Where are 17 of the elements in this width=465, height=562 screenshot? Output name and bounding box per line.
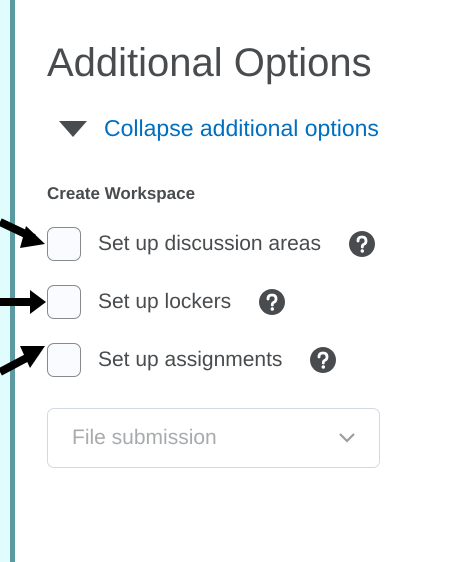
collapse-toggle[interactable]: Collapse additional options xyxy=(59,115,379,142)
help-icon[interactable] xyxy=(259,289,286,315)
checkbox-label: Set up discussion areas xyxy=(98,232,321,256)
help-icon[interactable] xyxy=(310,347,336,373)
section-label: Create Workspace xyxy=(47,184,196,204)
checkbox[interactable] xyxy=(47,285,81,319)
checkbox-label: Set up assignments xyxy=(98,348,282,372)
checkbox[interactable] xyxy=(47,343,81,377)
chevron-down-icon xyxy=(339,433,355,443)
page-heading: Additional Options xyxy=(47,40,373,86)
help-icon[interactable] xyxy=(348,231,375,257)
caret-icon xyxy=(59,120,87,136)
checkbox-label: Set up lockers xyxy=(98,290,232,314)
arrow-icon xyxy=(0,346,46,376)
checkbox[interactable] xyxy=(47,227,81,261)
arrow-icon xyxy=(0,218,46,249)
arrow-icon xyxy=(0,290,46,314)
